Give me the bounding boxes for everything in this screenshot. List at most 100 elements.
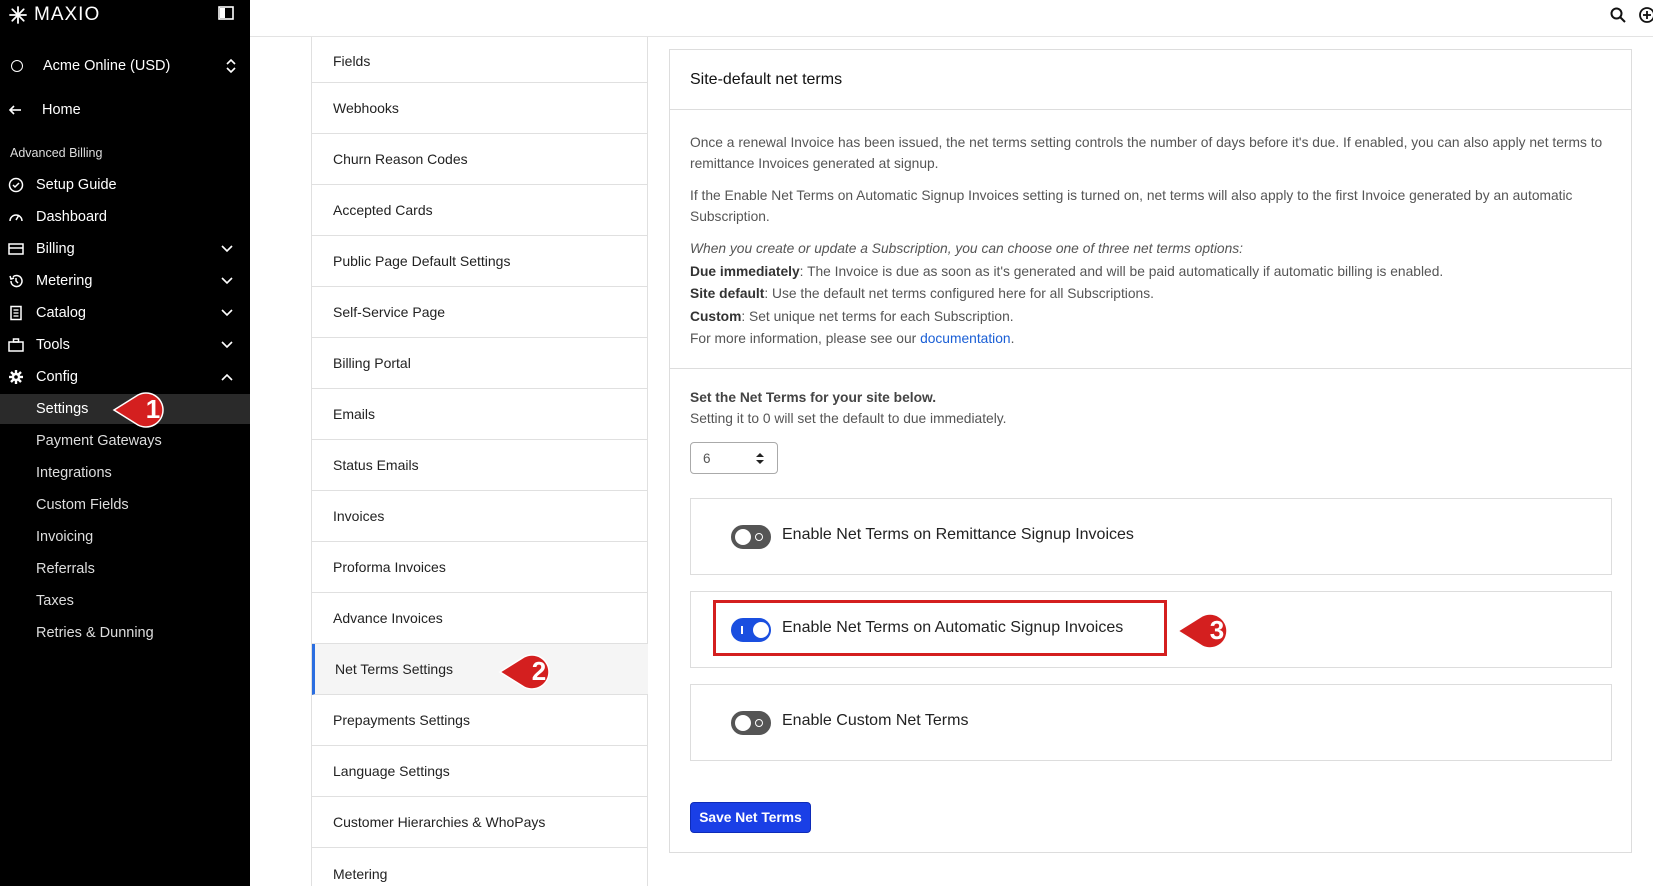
settings-item-label: Prepayments Settings <box>333 712 470 728</box>
nav-catalog[interactable]: Catalog <box>0 298 250 328</box>
description: Once a renewal Invoice has been issued, … <box>690 132 1605 351</box>
sub-item-label: Invoicing <box>36 529 94 545</box>
step-marker-number: 3 <box>1209 615 1225 645</box>
sub-item-label: Integrations <box>36 465 112 481</box>
panel-title: Site-default net terms <box>670 50 1631 110</box>
toggle-box-custom: Enable Custom Net Terms <box>690 684 1612 761</box>
option-text: : The Invoice is due as soon as it's gen… <box>799 263 1444 279</box>
net-terms-select[interactable]: 6 <box>690 442 778 474</box>
settings-item-accepted-cards[interactable]: Accepted Cards <box>312 185 648 236</box>
settings-item-advance-invoices[interactable]: Advance Invoices <box>312 593 648 644</box>
sub-item-label: Settings <box>36 401 89 417</box>
documentation-link[interactable]: documentation <box>920 331 1011 346</box>
step-marker-number: 1 <box>145 394 161 424</box>
more-info: For more information, please see our doc… <box>690 328 1605 351</box>
settings-item-label: Billing Portal <box>333 355 411 371</box>
settings-item-webhooks[interactable]: Webhooks <box>312 83 648 134</box>
more-info-text: For more information, please see our <box>690 331 921 346</box>
nav-tools[interactable]: Tools <box>0 330 250 360</box>
desc-paragraph-2: If the Enable Net Terms on Automatic Sig… <box>690 188 1573 224</box>
nav-tools-label: Tools <box>36 337 70 353</box>
sub-item-custom-fields[interactable]: Custom Fields <box>0 490 250 520</box>
nav-billing[interactable]: Billing <box>0 234 250 264</box>
top-bar <box>250 0 1653 37</box>
credit-card-icon <box>8 243 24 255</box>
save-net-terms-button[interactable]: Save Net Terms <box>690 802 811 833</box>
toggle-knob <box>735 529 751 545</box>
settings-item-invoices[interactable]: Invoices <box>312 491 648 542</box>
toggle-remittance-signup[interactable] <box>731 525 771 549</box>
net-terms-options: When you create or update a Subscription… <box>690 238 1605 351</box>
nav-home[interactable]: Home <box>8 98 81 122</box>
settings-list: Fields Webhooks Churn Reason Codes Accep… <box>311 37 648 886</box>
toggle-label: Enable Net Terms on Remittance Signup In… <box>782 526 1134 543</box>
desc-options-intro: When you create or update a Subscription… <box>690 241 1243 256</box>
settings-item-public-page[interactable]: Public Page Default Settings <box>312 236 648 287</box>
settings-item-net-terms[interactable]: Net Terms Settings <box>312 644 648 695</box>
nav-metering[interactable]: Metering <box>0 266 250 296</box>
maxio-logo-icon <box>9 6 27 24</box>
nav-dashboard-label: Dashboard <box>36 209 107 225</box>
settings-item-label: Emails <box>333 406 376 422</box>
toggle-custom-net-terms[interactable] <box>731 711 771 735</box>
settings-item-label: Self-Service Page <box>333 304 446 320</box>
settings-item-fields[interactable]: Fields <box>312 40 648 83</box>
sub-item-integrations[interactable]: Integrations <box>0 458 250 488</box>
settings-item-emails[interactable]: Emails <box>312 389 648 440</box>
settings-item-label: Language Settings <box>333 763 450 779</box>
more-info-period: . <box>1010 331 1015 346</box>
search-icon[interactable] <box>1609 6 1627 24</box>
sub-item-label: Payment Gateways <box>36 433 162 449</box>
settings-item-label: Advance Invoices <box>333 610 443 626</box>
settings-item-label: Webhooks <box>333 100 399 116</box>
site-selector[interactable]: Acme Online (USD) <box>8 53 240 79</box>
settings-item-label: Net Terms Settings <box>335 661 454 677</box>
nav-billing-label: Billing <box>36 241 75 257</box>
sidebar-collapse-icon[interactable] <box>218 6 234 20</box>
sub-item-referrals[interactable]: Referrals <box>0 554 250 584</box>
nav-dashboard[interactable]: Dashboard <box>0 202 250 232</box>
sub-item-label: Taxes <box>36 593 74 609</box>
settings-item-label: Fields <box>333 53 371 69</box>
option-term: Custom <box>690 308 742 324</box>
briefcase-icon <box>8 338 24 352</box>
section-title: Advanced Billing <box>10 146 103 160</box>
settings-item-language[interactable]: Language Settings <box>312 746 648 797</box>
settings-item-proforma-invoices[interactable]: Proforma Invoices <box>312 542 648 593</box>
option-term: Due immediately <box>690 263 800 279</box>
option-custom: Custom: Set unique net terms for each Su… <box>690 306 1605 329</box>
sub-item-retries-dunning[interactable]: Retries & Dunning <box>0 618 250 648</box>
settings-item-status-emails[interactable]: Status Emails <box>312 440 648 491</box>
brand[interactable]: MAXIO <box>8 4 100 26</box>
chevron-up-icon <box>221 373 233 381</box>
nav-config[interactable]: Config <box>0 362 250 392</box>
sub-item-taxes[interactable]: Taxes <box>0 586 250 616</box>
chevron-down-icon <box>221 245 233 253</box>
select-arrows-icon <box>756 453 764 464</box>
net-terms-panel: Site-default net terms Once a renewal In… <box>669 49 1632 853</box>
gauge-icon <box>9 214 23 222</box>
option-term: Site default <box>690 286 765 301</box>
sidebar: MAXIO Acme Online (USD) Home Advanced Bi… <box>0 0 250 886</box>
settings-item-label: Accepted Cards <box>333 202 433 218</box>
chevron-up-down-icon <box>226 58 236 74</box>
document-list-icon <box>10 305 22 321</box>
settings-item-self-service-page[interactable]: Self-Service Page <box>312 287 648 338</box>
add-circle-icon[interactable] <box>1638 6 1653 24</box>
net-terms-title: Set the Net Terms for your site below. <box>690 390 937 405</box>
settings-item-label: Proforma Invoices <box>333 559 446 575</box>
settings-item-label: Churn Reason Codes <box>333 151 468 167</box>
settings-item-metering[interactable]: Metering <box>312 848 648 886</box>
site-circle-icon <box>11 60 23 72</box>
nav-setup-guide[interactable]: Setup Guide <box>0 170 250 200</box>
settings-item-billing-portal[interactable]: Billing Portal <box>312 338 648 389</box>
settings-item-customer-hierarchies[interactable]: Customer Hierarchies & WhoPays <box>312 797 648 848</box>
history-icon <box>9 274 23 288</box>
settings-item-churn-reason-codes[interactable]: Churn Reason Codes <box>312 134 648 185</box>
sub-item-label: Referrals <box>36 561 95 577</box>
settings-item-prepayments[interactable]: Prepayments Settings <box>312 695 648 746</box>
nav-metering-label: Metering <box>36 273 93 289</box>
check-circle-icon <box>8 177 24 193</box>
settings-item-label: Public Page Default Settings <box>333 253 511 269</box>
sub-item-invoicing[interactable]: Invoicing <box>0 522 250 552</box>
